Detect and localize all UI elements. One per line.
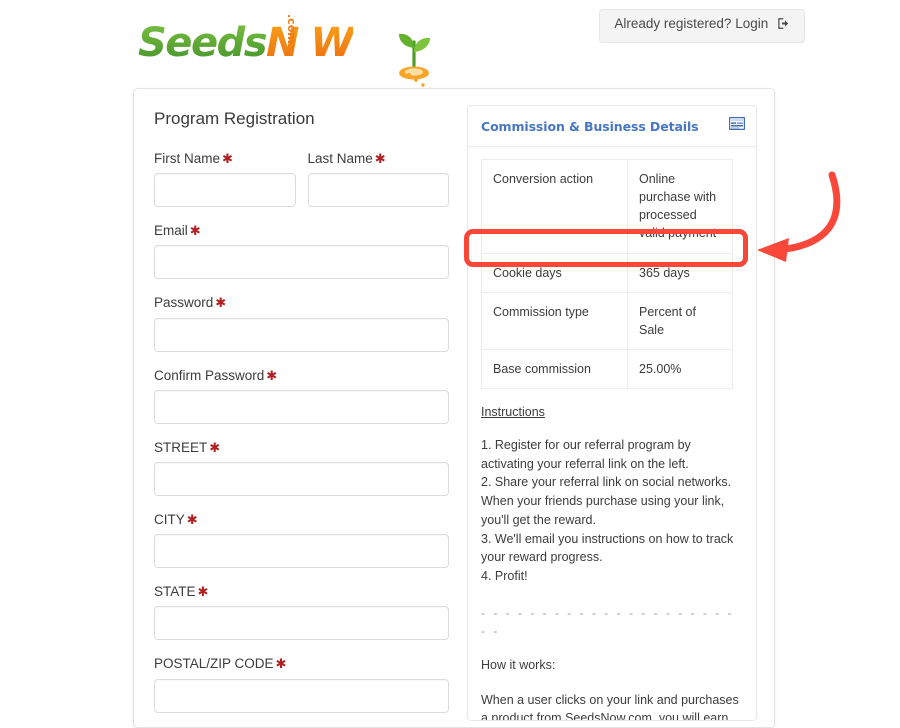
login-button[interactable]: Already registered? Login (599, 9, 805, 43)
detail-value: Online purchase with processed valid pay… (627, 159, 733, 254)
registration-form: Program Registration First Name ✱ Last Na… (154, 105, 449, 727)
city-input[interactable] (154, 534, 449, 569)
last-name-field-group: Last Name ✱ (307, 151, 449, 208)
state-input[interactable] (154, 606, 449, 641)
list-item: 3. We'll email you instructions on how t… (481, 531, 734, 565)
detail-value: Percent of Sale (627, 291, 733, 350)
email-field-group: Email ✱ (154, 223, 449, 280)
required-marker: ✱ (209, 439, 221, 455)
postal-code-input[interactable] (154, 678, 449, 713)
how-it-works-heading: How it works: (481, 657, 556, 672)
instructions-section: Instructions 1. Register for our referra… (468, 389, 756, 721)
commission-details-header: Commission & Business Details (468, 106, 756, 147)
required-marker: ✱ (197, 584, 209, 600)
required-marker: ✱ (222, 151, 233, 166)
required-marker: ✱ (275, 656, 287, 672)
first-name-input[interactable] (154, 173, 296, 208)
password-field-group: Password ✱ (154, 295, 449, 352)
commission-details-panel: Commission & Business Details Conversion… (467, 105, 757, 721)
state-label: STATE ✱ (154, 584, 209, 600)
table-row: Conversion action Online purchase with p… (481, 159, 733, 254)
first-name-label: First Name ✱ (154, 151, 233, 166)
password-label: Password ✱ (154, 295, 227, 311)
state-field-group: STATE ✱ (154, 584, 449, 641)
detail-key: Base commission (481, 348, 628, 390)
confirm-password-label: Confirm Password ✱ (154, 367, 278, 383)
logo-text-tld: .com (285, 14, 298, 44)
detail-key: Commission type (481, 291, 628, 350)
street-label: STREET ✱ (154, 439, 221, 455)
required-marker: ✱ (215, 295, 227, 311)
email-label: Email ✱ (154, 223, 201, 239)
first-name-field-group: First Name ✱ (154, 151, 296, 208)
instructions-heading: Instructions (481, 405, 545, 419)
instructions-list: 1. Register for our referral program by … (481, 436, 743, 586)
last-name-label: Last Name ✱ (307, 151, 386, 166)
confirm-password-field-group: Confirm Password ✱ (154, 368, 449, 424)
street-field-group: STREET ✱ (154, 440, 449, 496)
city-field-group: CITY ✱ (154, 511, 449, 569)
section-divider: - - - - - - - - - - - - - - - - - - - - … (481, 605, 735, 638)
name-row: First Name ✱ Last Name ✱ (154, 151, 449, 208)
last-name-input[interactable] (307, 173, 449, 208)
password-input[interactable] (154, 317, 449, 352)
postal-code-label: POSTAL/ZIP CODE ✱ (154, 656, 287, 672)
email-input[interactable] (154, 245, 449, 280)
confirm-password-input[interactable] (154, 389, 449, 424)
seedsnow-logo[interactable]: SeedsN W .com (138, 14, 432, 91)
detail-key: Conversion action (481, 159, 628, 254)
list-item: 1. Register for our referral program by … (481, 437, 691, 471)
registration-card: Program Registration First Name ✱ Last Na… (133, 88, 775, 728)
list-item: 2. Share your referral link on social ne… (481, 475, 732, 527)
postal-code-field-group: POSTAL/ZIP CODE ✱ (154, 656, 449, 713)
required-marker: ✱ (266, 367, 278, 383)
commission-details-table: Conversion action Online purchase with p… (481, 159, 733, 390)
logo-text-seeds: Seeds (138, 20, 268, 66)
detail-value: 365 days (627, 252, 733, 293)
detail-key: Cookie days (481, 252, 628, 293)
required-marker: ✱ (186, 511, 198, 527)
card-layout-icon[interactable] (728, 116, 746, 131)
detail-value: 25.00% (627, 348, 733, 390)
city-label: CITY ✱ (154, 511, 198, 527)
table-row: Commission type Percent of Sale (481, 291, 733, 350)
commission-details-title: Commission & Business Details (481, 119, 699, 134)
required-marker: ✱ (189, 223, 201, 239)
list-item: 4. Profit! (481, 569, 528, 583)
table-row: Cookie days 365 days (481, 252, 733, 293)
required-marker: ✱ (374, 151, 386, 166)
how-it-works-body: When a user clicks on your link and purc… (481, 692, 739, 721)
login-button-label: Already registered? Login (614, 16, 769, 31)
street-input[interactable] (154, 461, 449, 496)
page-title: Program Registration (154, 109, 315, 128)
page-header: SeedsN W .com Already registered? Login (0, 0, 900, 91)
table-row: Base commission 25.00% (481, 348, 733, 390)
sign-in-icon (777, 17, 790, 34)
